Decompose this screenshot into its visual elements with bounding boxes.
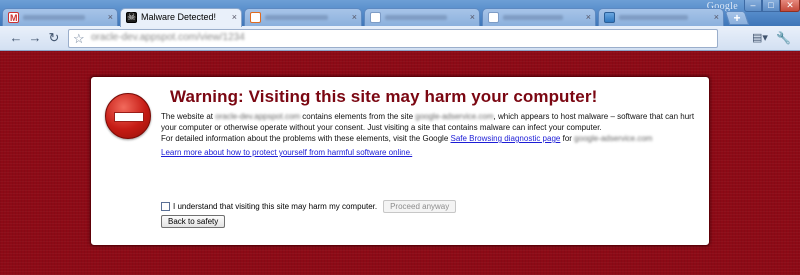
- blurred-source-site: google-adservice.com: [415, 112, 494, 121]
- tab-strip: Google – □ ✕ × Malware Detected! × × × ×…: [0, 0, 800, 27]
- close-window-button[interactable]: ✕: [780, 0, 800, 12]
- tab-y[interactable]: ×: [244, 8, 362, 26]
- close-tab-icon[interactable]: ×: [352, 9, 357, 26]
- tab-title-blurred: [23, 15, 85, 21]
- close-tab-icon[interactable]: ×: [714, 9, 719, 26]
- tab-title-blurred: [265, 15, 328, 21]
- text: for: [562, 134, 572, 143]
- blurred-diagnostic-site: google-adservice.com: [574, 134, 653, 143]
- star-icon[interactable]: ☆: [73, 30, 85, 47]
- diagnostic-page-link[interactable]: Safe Browsing diagnostic page: [451, 134, 561, 143]
- close-tab-icon[interactable]: ×: [470, 9, 475, 26]
- warning-box: Warning: Visiting this site may harm you…: [90, 76, 710, 246]
- acknowledge-row: I understand that visiting this site may…: [161, 199, 457, 213]
- maximize-button[interactable]: □: [762, 0, 780, 12]
- warning-details: The website at oracle-dev.appspot.com co…: [161, 111, 697, 158]
- close-tab-icon[interactable]: ×: [108, 9, 113, 26]
- tab-mail[interactable]: ×: [2, 8, 118, 26]
- skull-icon: [126, 9, 137, 26]
- minimize-button[interactable]: –: [744, 0, 762, 12]
- stop-sign-icon: [105, 93, 151, 139]
- wrench-menu-button[interactable]: 🔧▾: [776, 30, 796, 61]
- warning-paragraph-2: For detailed information about the probl…: [161, 133, 697, 144]
- gmail-icon: [8, 10, 19, 26]
- learn-more-line: Learn more about how to protect yourself…: [161, 147, 697, 158]
- blurred-site: oracle-dev.appspot.com: [215, 112, 301, 121]
- text: The website at: [161, 112, 214, 121]
- tab-page-2[interactable]: ×: [482, 8, 596, 26]
- image-icon: [604, 12, 615, 23]
- close-tab-icon[interactable]: ×: [232, 9, 237, 26]
- tab-image[interactable]: ×: [598, 8, 724, 26]
- back-to-safety-button[interactable]: Back to safety: [161, 215, 226, 228]
- back-button[interactable]: ←: [8, 30, 24, 46]
- proceed-anyway-button[interactable]: Proceed anyway: [383, 199, 457, 213]
- plus-icon: +: [733, 11, 741, 25]
- forward-button[interactable]: →: [27, 30, 43, 46]
- tab-title-blurred: [619, 15, 688, 21]
- y-icon: [250, 12, 261, 23]
- text: contains elements from the site: [302, 112, 414, 121]
- page-menu-button[interactable]: ▤▾: [752, 30, 772, 46]
- warning-paragraph-1: The website at oracle-dev.appspot.com co…: [161, 111, 697, 133]
- page-icon: [370, 12, 381, 23]
- acknowledge-label: I understand that visiting this site may…: [173, 201, 378, 211]
- page-icon: [488, 12, 499, 23]
- toolbar: ← → ↻ ☆ oracle-dev.appspot.com/view/1234…: [0, 26, 800, 61]
- warning-headline: Warning: Visiting this site may harm you…: [170, 87, 598, 106]
- address-bar[interactable]: ☆ oracle-dev.appspot.com/view/1234: [68, 29, 718, 48]
- close-tab-icon[interactable]: ×: [586, 9, 591, 26]
- url-text: oracle-dev.appspot.com/view/1234: [91, 32, 245, 43]
- text: For detailed information about the probl…: [161, 134, 449, 143]
- tab-title-blurred: [385, 15, 447, 21]
- tab-title: Malware Detected!: [141, 12, 217, 22]
- reload-button[interactable]: ↻: [46, 30, 62, 46]
- warning-controls: I understand that visiting this site may…: [161, 199, 457, 228]
- tab-malware-detected[interactable]: Malware Detected! ×: [120, 8, 242, 27]
- page-content: Warning: Visiting this site may harm you…: [0, 51, 800, 275]
- tab-page-1[interactable]: ×: [364, 8, 480, 26]
- tab-title-blurred: [503, 15, 564, 21]
- new-tab-button[interactable]: +: [724, 11, 750, 25]
- acknowledge-checkbox[interactable]: [161, 201, 170, 211]
- learn-more-link[interactable]: Learn more about how to protect yourself…: [161, 148, 412, 157]
